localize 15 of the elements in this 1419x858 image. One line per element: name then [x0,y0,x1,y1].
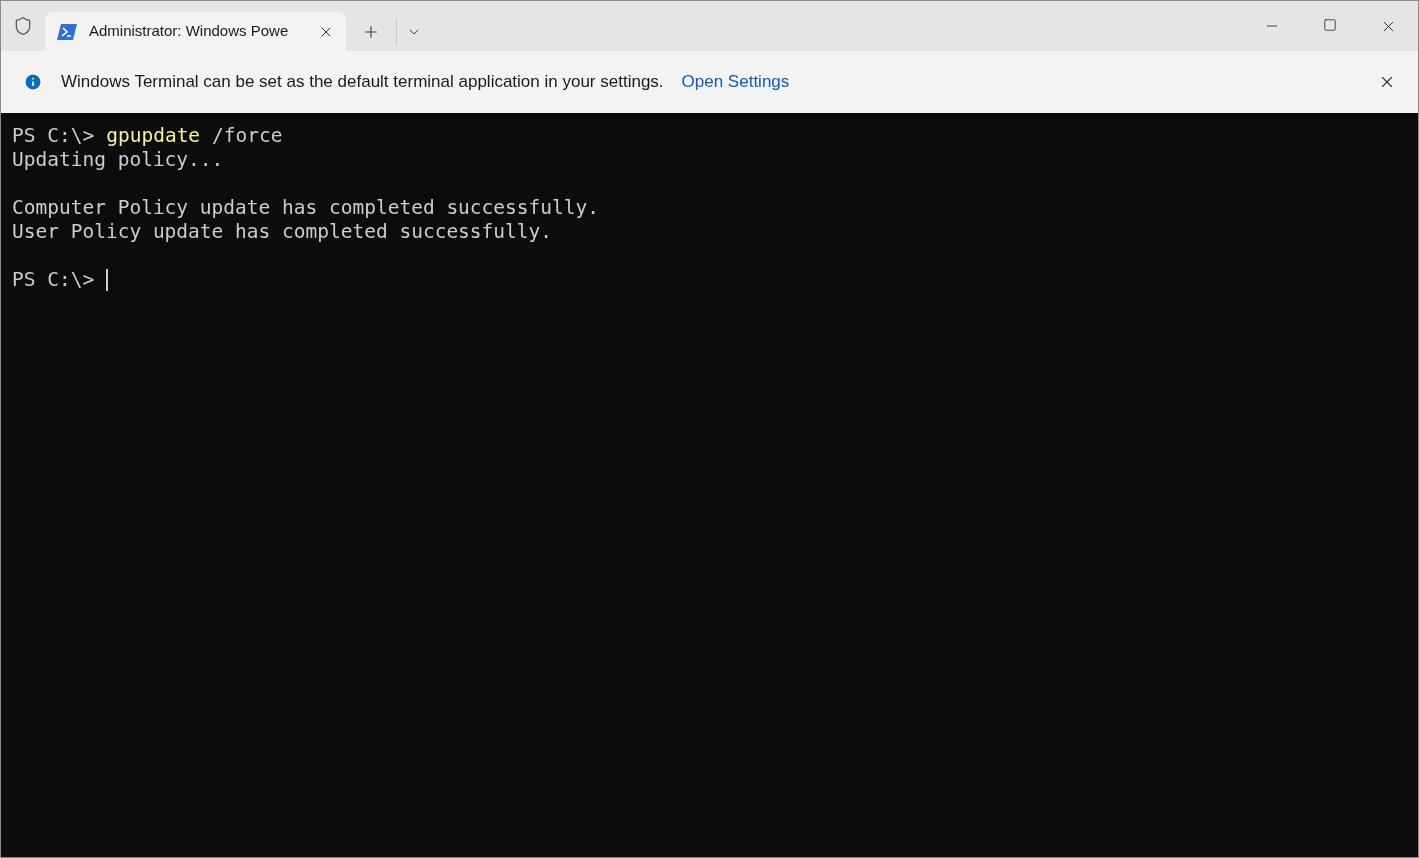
shield-icon [13,16,33,36]
info-message: Windows Terminal can be set as the default terminal application in your settings. [61,71,664,94]
info-icon [23,72,43,92]
output-text: Computer Policy update has completed successfully. [12,196,599,220]
open-settings-link[interactable]: Open Settings [681,69,790,95]
command-argument: /force [212,124,283,148]
output-text: User Policy update has completed successfully. [12,220,553,244]
command-text: gpupdate [106,124,201,148]
prompt-text: PS C:\> [12,268,95,292]
maximize-icon[interactable] [1323,18,1337,32]
terminal-prompt-icon [57,23,77,40]
tab-title: Administrator: Windows Powe [89,21,290,42]
prompt-text: PS C:\> [12,124,95,148]
tab[interactable]: Administrator: Windows Powe [45,12,346,51]
output-text: Updating policy... [12,148,224,172]
